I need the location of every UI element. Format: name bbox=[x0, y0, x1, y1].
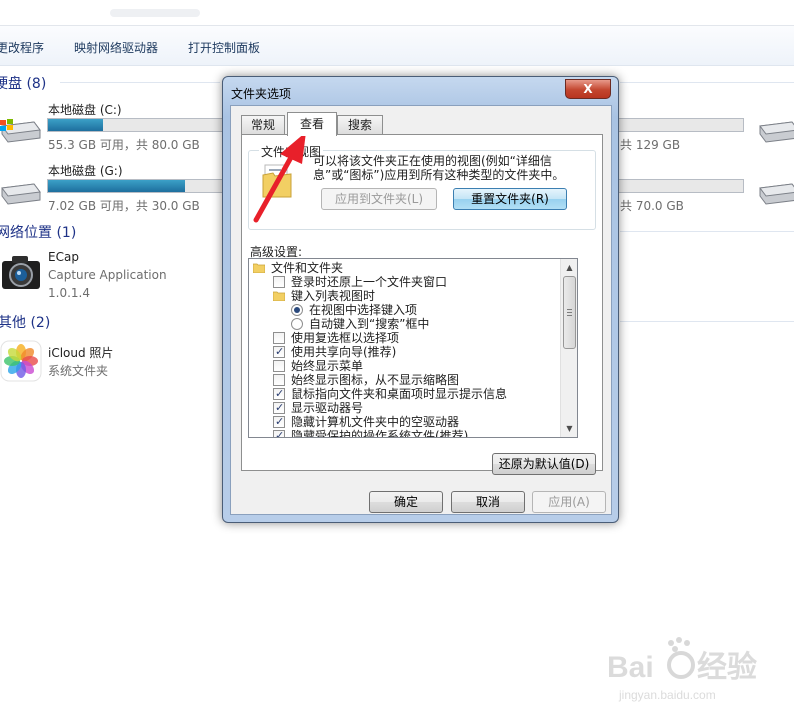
hard-drive-windows-icon bbox=[0, 119, 41, 143]
ecap-description: Capture Application bbox=[48, 268, 167, 282]
drive-right-1-info: 共 129 GB bbox=[620, 138, 681, 152]
always-show-icons-checkbox[interactable] bbox=[273, 374, 285, 386]
tree-label: 始终显示图标，从不显示缩略图 bbox=[291, 373, 460, 387]
drive-c-name[interactable]: 本地磁盘 (C:) bbox=[48, 101, 122, 118]
ecap-name[interactable]: ECap bbox=[48, 250, 79, 264]
show-drive-letters-checkbox[interactable] bbox=[273, 401, 285, 415]
folder-views-description: 可以将该文件夹正在使用的视图(例如“详细信息”或“图标”)应用到所有这种类型的文… bbox=[313, 154, 565, 182]
explorer-toolbar: 更改程序 映射网络驱动器 打开控制面板 bbox=[0, 26, 794, 66]
svg-text:经验: 经验 bbox=[697, 650, 757, 684]
restore-windows-checkbox[interactable] bbox=[273, 276, 285, 288]
drive-right-1-usage-bar bbox=[612, 118, 744, 132]
drive-g-info: 7.02 GB 可用，共 30.0 GB bbox=[48, 199, 200, 213]
scroll-thumb[interactable] bbox=[563, 276, 576, 349]
ok-button[interactable]: 确定 bbox=[369, 491, 443, 513]
show-popup-info-checkbox[interactable] bbox=[273, 387, 285, 401]
tree-label: 显示驱动器号 bbox=[291, 401, 364, 415]
grip-line bbox=[567, 315, 572, 316]
folder-icon bbox=[253, 263, 265, 273]
tree-label: 使用共享向导(推荐) bbox=[291, 345, 397, 359]
hard-drive-icon bbox=[759, 121, 794, 143]
group-divider bbox=[620, 231, 794, 232]
toolbar-change-program[interactable]: 更改程序 bbox=[0, 39, 44, 56]
group-other[interactable]: 其他 (2) bbox=[0, 312, 50, 332]
group-divider bbox=[60, 82, 220, 83]
tree-label: 始终显示菜单 bbox=[291, 359, 364, 373]
drive-g-usage-fill bbox=[48, 180, 186, 192]
tree-label: 使用复选框以选择项 bbox=[291, 331, 400, 345]
tab-search[interactable]: 搜索 bbox=[337, 115, 383, 135]
apply-to-folders-button[interactable]: 应用到文件夹(L) bbox=[321, 188, 437, 210]
address-bar-area bbox=[0, 0, 794, 26]
use-checkboxes-checkbox[interactable] bbox=[273, 332, 285, 344]
drive-right-2-info: 共 70.0 GB bbox=[620, 199, 684, 213]
folder-icon bbox=[273, 291, 285, 301]
drive-c-usage-fill bbox=[48, 119, 104, 131]
svg-text:Bai: Bai bbox=[607, 651, 654, 684]
tab-view[interactable]: 查看 bbox=[287, 112, 337, 136]
dialog-title: 文件夹选项 bbox=[231, 87, 292, 101]
tree-label: 鼠标指向文件夹和桌面项时显示提示信息 bbox=[291, 387, 508, 401]
tree-label: 隐藏受保护的操作系统文件(推荐) bbox=[291, 429, 469, 438]
hide-os-files-checkbox[interactable] bbox=[273, 429, 285, 437]
group-divider bbox=[620, 321, 794, 322]
advanced-settings-scrollbar[interactable]: ▲ ▼ bbox=[560, 259, 577, 437]
advanced-settings-list[interactable]: 文件和文件夹 登录时还原上一个文件夹窗口 键入列表视图时 在视图中选择键入项 自… bbox=[248, 258, 578, 438]
scroll-up-arrow-icon[interactable]: ▲ bbox=[561, 259, 577, 276]
drive-g-name[interactable]: 本地磁盘 (G:) bbox=[48, 162, 123, 179]
group-divider bbox=[620, 82, 794, 83]
grip-line bbox=[567, 312, 572, 313]
baidu-jingyan-watermark-icon: Bai 经验 jingyan.baidu.com bbox=[607, 637, 757, 702]
drive-g-usage-bar bbox=[47, 179, 227, 193]
hard-drive-icon bbox=[759, 183, 794, 205]
toolbar-map-network-drive[interactable]: 映射网络驱动器 bbox=[74, 39, 158, 56]
red-arrow-annotation-icon bbox=[253, 132, 306, 223]
hide-empty-drives-checkbox[interactable] bbox=[273, 415, 285, 429]
hard-drive-icon bbox=[1, 183, 41, 205]
blurred-address bbox=[110, 9, 200, 17]
tree-label: 隐藏计算机文件夹中的空驱动器 bbox=[291, 415, 460, 429]
icloud-photos-type: 系统文件夹 bbox=[48, 364, 109, 378]
photos-flower-icon bbox=[0, 340, 42, 382]
cancel-button[interactable]: 取消 bbox=[451, 491, 525, 513]
group-network[interactable]: 网络位置 (1) bbox=[0, 222, 76, 242]
group-hard-disks[interactable]: 硬盘 (8) bbox=[0, 73, 46, 93]
type-into-search-radio[interactable] bbox=[291, 318, 303, 330]
scroll-down-arrow-icon[interactable]: ▼ bbox=[561, 420, 577, 437]
reset-folders-button[interactable]: 重置文件夹(R) bbox=[453, 188, 567, 210]
tree-label: 自动键入到“搜索”框中 bbox=[309, 317, 430, 331]
drive-c-usage-bar bbox=[47, 118, 227, 132]
ecap-version: 1.0.1.4 bbox=[48, 286, 90, 300]
close-button[interactable]: X bbox=[565, 79, 611, 99]
tree-label: 登录时还原上一个文件夹窗口 bbox=[291, 275, 448, 289]
select-typed-item-radio[interactable] bbox=[291, 304, 303, 316]
restore-defaults-button[interactable]: 还原为默认值(D) bbox=[492, 453, 596, 475]
apply-button[interactable]: 应用(A) bbox=[532, 491, 606, 513]
always-show-menus-checkbox[interactable] bbox=[273, 360, 285, 372]
camera-app-icon bbox=[2, 256, 40, 289]
svg-text:jingyan.baidu.com: jingyan.baidu.com bbox=[618, 688, 716, 702]
tree-label: 在视图中选择键入项 bbox=[309, 303, 418, 317]
sharing-wizard-checkbox[interactable] bbox=[273, 345, 285, 359]
toolbar-open-control-panel[interactable]: 打开控制面板 bbox=[188, 39, 260, 56]
tree-label: 键入列表视图时 bbox=[291, 289, 376, 303]
close-icon: X bbox=[583, 82, 593, 96]
icloud-photos-name[interactable]: iCloud 照片 bbox=[48, 344, 113, 361]
grip-line bbox=[567, 309, 572, 310]
drive-c-info: 55.3 GB 可用，共 80.0 GB bbox=[48, 138, 200, 152]
drive-right-2-usage-bar bbox=[612, 179, 744, 193]
tree-label: 文件和文件夹 bbox=[271, 261, 344, 275]
